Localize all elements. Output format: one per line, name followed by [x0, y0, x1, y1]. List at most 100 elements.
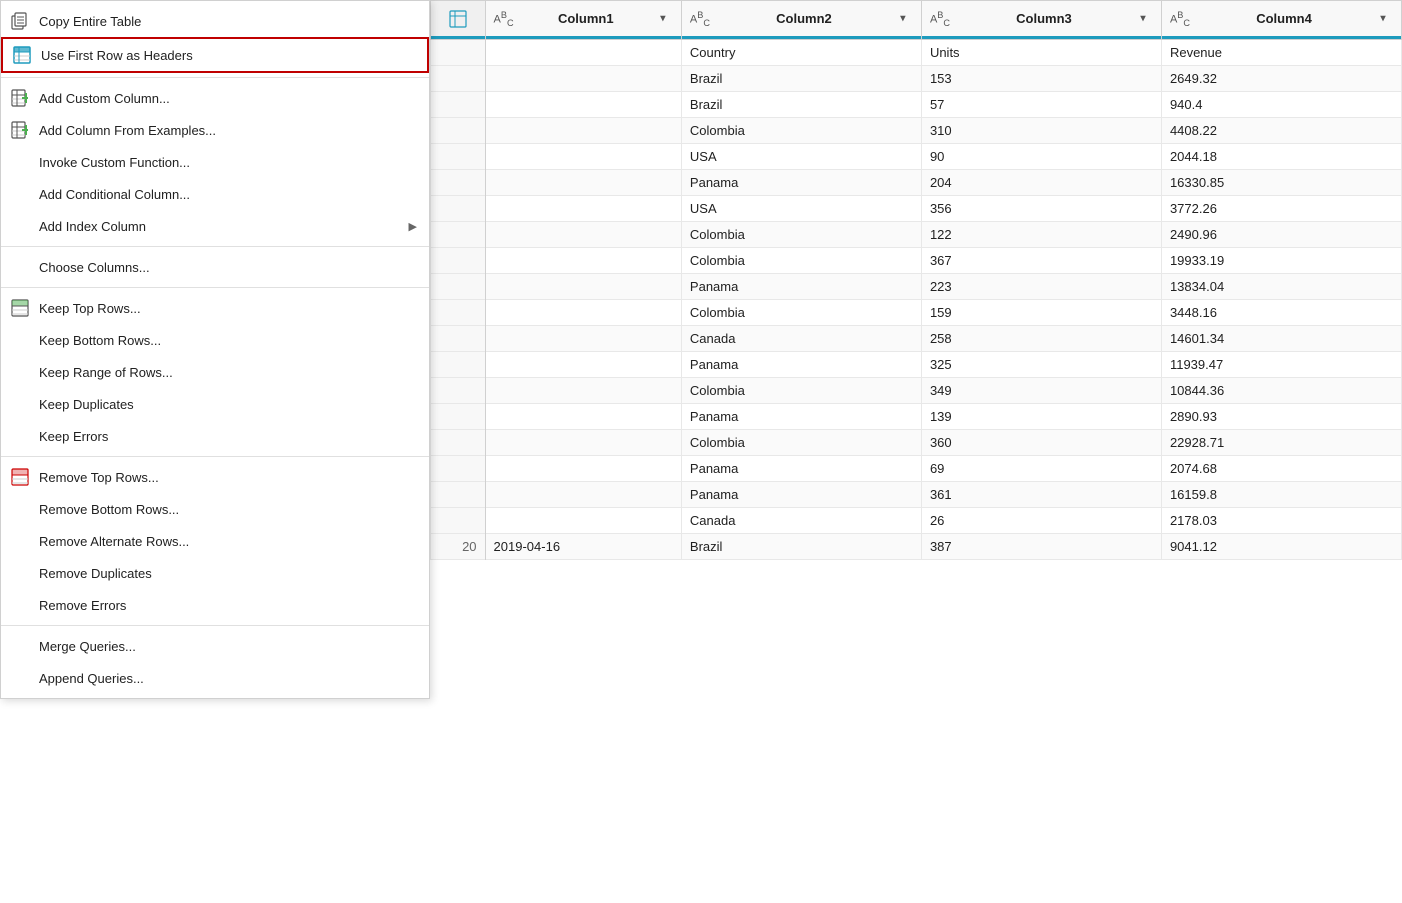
table-cell: 122 [921, 222, 1161, 248]
table-cell: 11939.47 [1161, 352, 1401, 378]
menu-item-keep-duplicates[interactable]: Keep Duplicates [1, 388, 429, 420]
no-icon [9, 594, 31, 616]
add-custom-col-icon [9, 87, 31, 109]
menu-item-keep-range-rows[interactable]: Keep Range of Rows... [1, 356, 429, 388]
menu-item-append-queries[interactable]: Append Queries... [1, 662, 429, 694]
menu-item-remove-errors[interactable]: Remove Errors [1, 589, 429, 621]
table-cell [485, 196, 681, 222]
table-cell: 4408.22 [1161, 118, 1401, 144]
table-cell: Panama [681, 170, 921, 196]
row-num [431, 66, 486, 92]
table-cell: 2044.18 [1161, 144, 1401, 170]
table-row: Panama20416330.85 [431, 170, 1402, 196]
table-cell: 2890.93 [1161, 404, 1401, 430]
table-cell: Brazil [681, 534, 921, 560]
col3-dropdown[interactable]: ▾ [1133, 9, 1153, 29]
menu-item-invoke-custom-fn[interactable]: Invoke Custom Function... [1, 146, 429, 178]
table-cell: Panama [681, 456, 921, 482]
menu-item-use-first-row[interactable]: Use First Row as Headers [1, 37, 429, 73]
row-num [431, 170, 486, 196]
table-cell [485, 66, 681, 92]
col2-dropdown[interactable]: ▾ [893, 9, 913, 29]
no-icon [9, 151, 31, 173]
row-num [431, 248, 486, 274]
table-header-row: ABC Column1 ▾ ABC Column2 ▾ [431, 1, 1402, 40]
table-cell [485, 378, 681, 404]
menu-item-keep-errors[interactable]: Keep Errors [1, 420, 429, 452]
menu-label-remove-bottom-rows: Remove Bottom Rows... [39, 502, 417, 517]
col-header-rownum [431, 1, 486, 40]
table-cell [485, 456, 681, 482]
table-cell: Brazil [681, 92, 921, 118]
menu-item-merge-queries[interactable]: Merge Queries... [1, 630, 429, 662]
row-num [431, 144, 486, 170]
menu-item-add-conditional-col[interactable]: Add Conditional Column... [1, 178, 429, 210]
menu-label-append-queries: Append Queries... [39, 671, 417, 686]
keep-top-icon [9, 297, 31, 319]
menu-item-add-col-examples[interactable]: Add Column From Examples... [1, 114, 429, 146]
row-num [431, 482, 486, 508]
table-cell: Panama [681, 404, 921, 430]
table-cell: 349 [921, 378, 1161, 404]
table-cell: 3772.26 [1161, 196, 1401, 222]
menu-separator [1, 246, 429, 247]
table-cell: 69 [921, 456, 1161, 482]
menu-item-add-index-col[interactable]: Add Index Column▶ [1, 210, 429, 242]
menu-label-add-custom-col: Add Custom Column... [39, 91, 417, 106]
table-row: Colombia36719933.19 [431, 248, 1402, 274]
table-cell [485, 170, 681, 196]
table-row: USA3563772.26 [431, 196, 1402, 222]
no-icon [9, 667, 31, 689]
table-cell: 90 [921, 144, 1161, 170]
menu-item-remove-alternate-rows[interactable]: Remove Alternate Rows... [1, 525, 429, 557]
table-cell: Colombia [681, 300, 921, 326]
menu-label-copy-table: Copy Entire Table [39, 14, 417, 29]
menu-item-remove-top-rows[interactable]: Remove Top Rows... [1, 461, 429, 493]
data-table-wrapper: ABC Column1 ▾ ABC Column2 ▾ [430, 0, 1402, 903]
table-row: Panama36116159.8 [431, 482, 1402, 508]
row-num [431, 92, 486, 118]
menu-label-add-index-col: Add Index Column [39, 219, 409, 234]
table-cell: Colombia [681, 248, 921, 274]
col4-dropdown[interactable]: ▾ [1373, 9, 1393, 29]
use-first-row-icon [11, 44, 33, 66]
table-cell: 13834.04 [1161, 274, 1401, 300]
menu-label-remove-alternate-rows: Remove Alternate Rows... [39, 534, 417, 549]
menu-separator [1, 287, 429, 288]
menu-item-remove-bottom-rows[interactable]: Remove Bottom Rows... [1, 493, 429, 525]
table-row: Brazil57940.4 [431, 92, 1402, 118]
row-num [431, 430, 486, 456]
table-row: USA902044.18 [431, 144, 1402, 170]
menu-item-keep-bottom-rows[interactable]: Keep Bottom Rows... [1, 324, 429, 356]
table-row: Canada262178.03 [431, 508, 1402, 534]
table-cell [485, 144, 681, 170]
menu-label-use-first-row: Use First Row as Headers [41, 48, 415, 63]
col2-name: Column2 [715, 11, 893, 26]
menu-item-choose-cols[interactable]: Choose Columns... [1, 251, 429, 283]
col-header-col3: ABC Column3 ▾ [921, 1, 1161, 40]
row-num [431, 196, 486, 222]
menu-label-choose-cols: Choose Columns... [39, 260, 417, 275]
menu-label-remove-errors: Remove Errors [39, 598, 417, 613]
menu-item-copy-table[interactable]: Copy Entire Table [1, 5, 429, 37]
table-cell: 325 [921, 352, 1161, 378]
table-cell [485, 92, 681, 118]
table-cell: 2074.68 [1161, 456, 1401, 482]
col1-dropdown[interactable]: ▾ [653, 9, 673, 29]
table-cell [485, 274, 681, 300]
table-cell: 57 [921, 92, 1161, 118]
table-row: Panama1392890.93 [431, 404, 1402, 430]
table-cell: 10844.36 [1161, 378, 1401, 404]
menu-item-add-custom-col[interactable]: Add Custom Column... [1, 82, 429, 114]
no-icon [9, 361, 31, 383]
menu-label-remove-top-rows: Remove Top Rows... [39, 470, 417, 485]
menu-item-remove-duplicates[interactable]: Remove Duplicates [1, 557, 429, 589]
table-cell: 204 [921, 170, 1161, 196]
menu-separator [1, 77, 429, 78]
menu-label-remove-duplicates: Remove Duplicates [39, 566, 417, 581]
table-cell: 159 [921, 300, 1161, 326]
menu-item-keep-top-rows[interactable]: Keep Top Rows... [1, 292, 429, 324]
table-cell [485, 300, 681, 326]
table-cell: Panama [681, 352, 921, 378]
add-col-examples-icon [9, 119, 31, 141]
